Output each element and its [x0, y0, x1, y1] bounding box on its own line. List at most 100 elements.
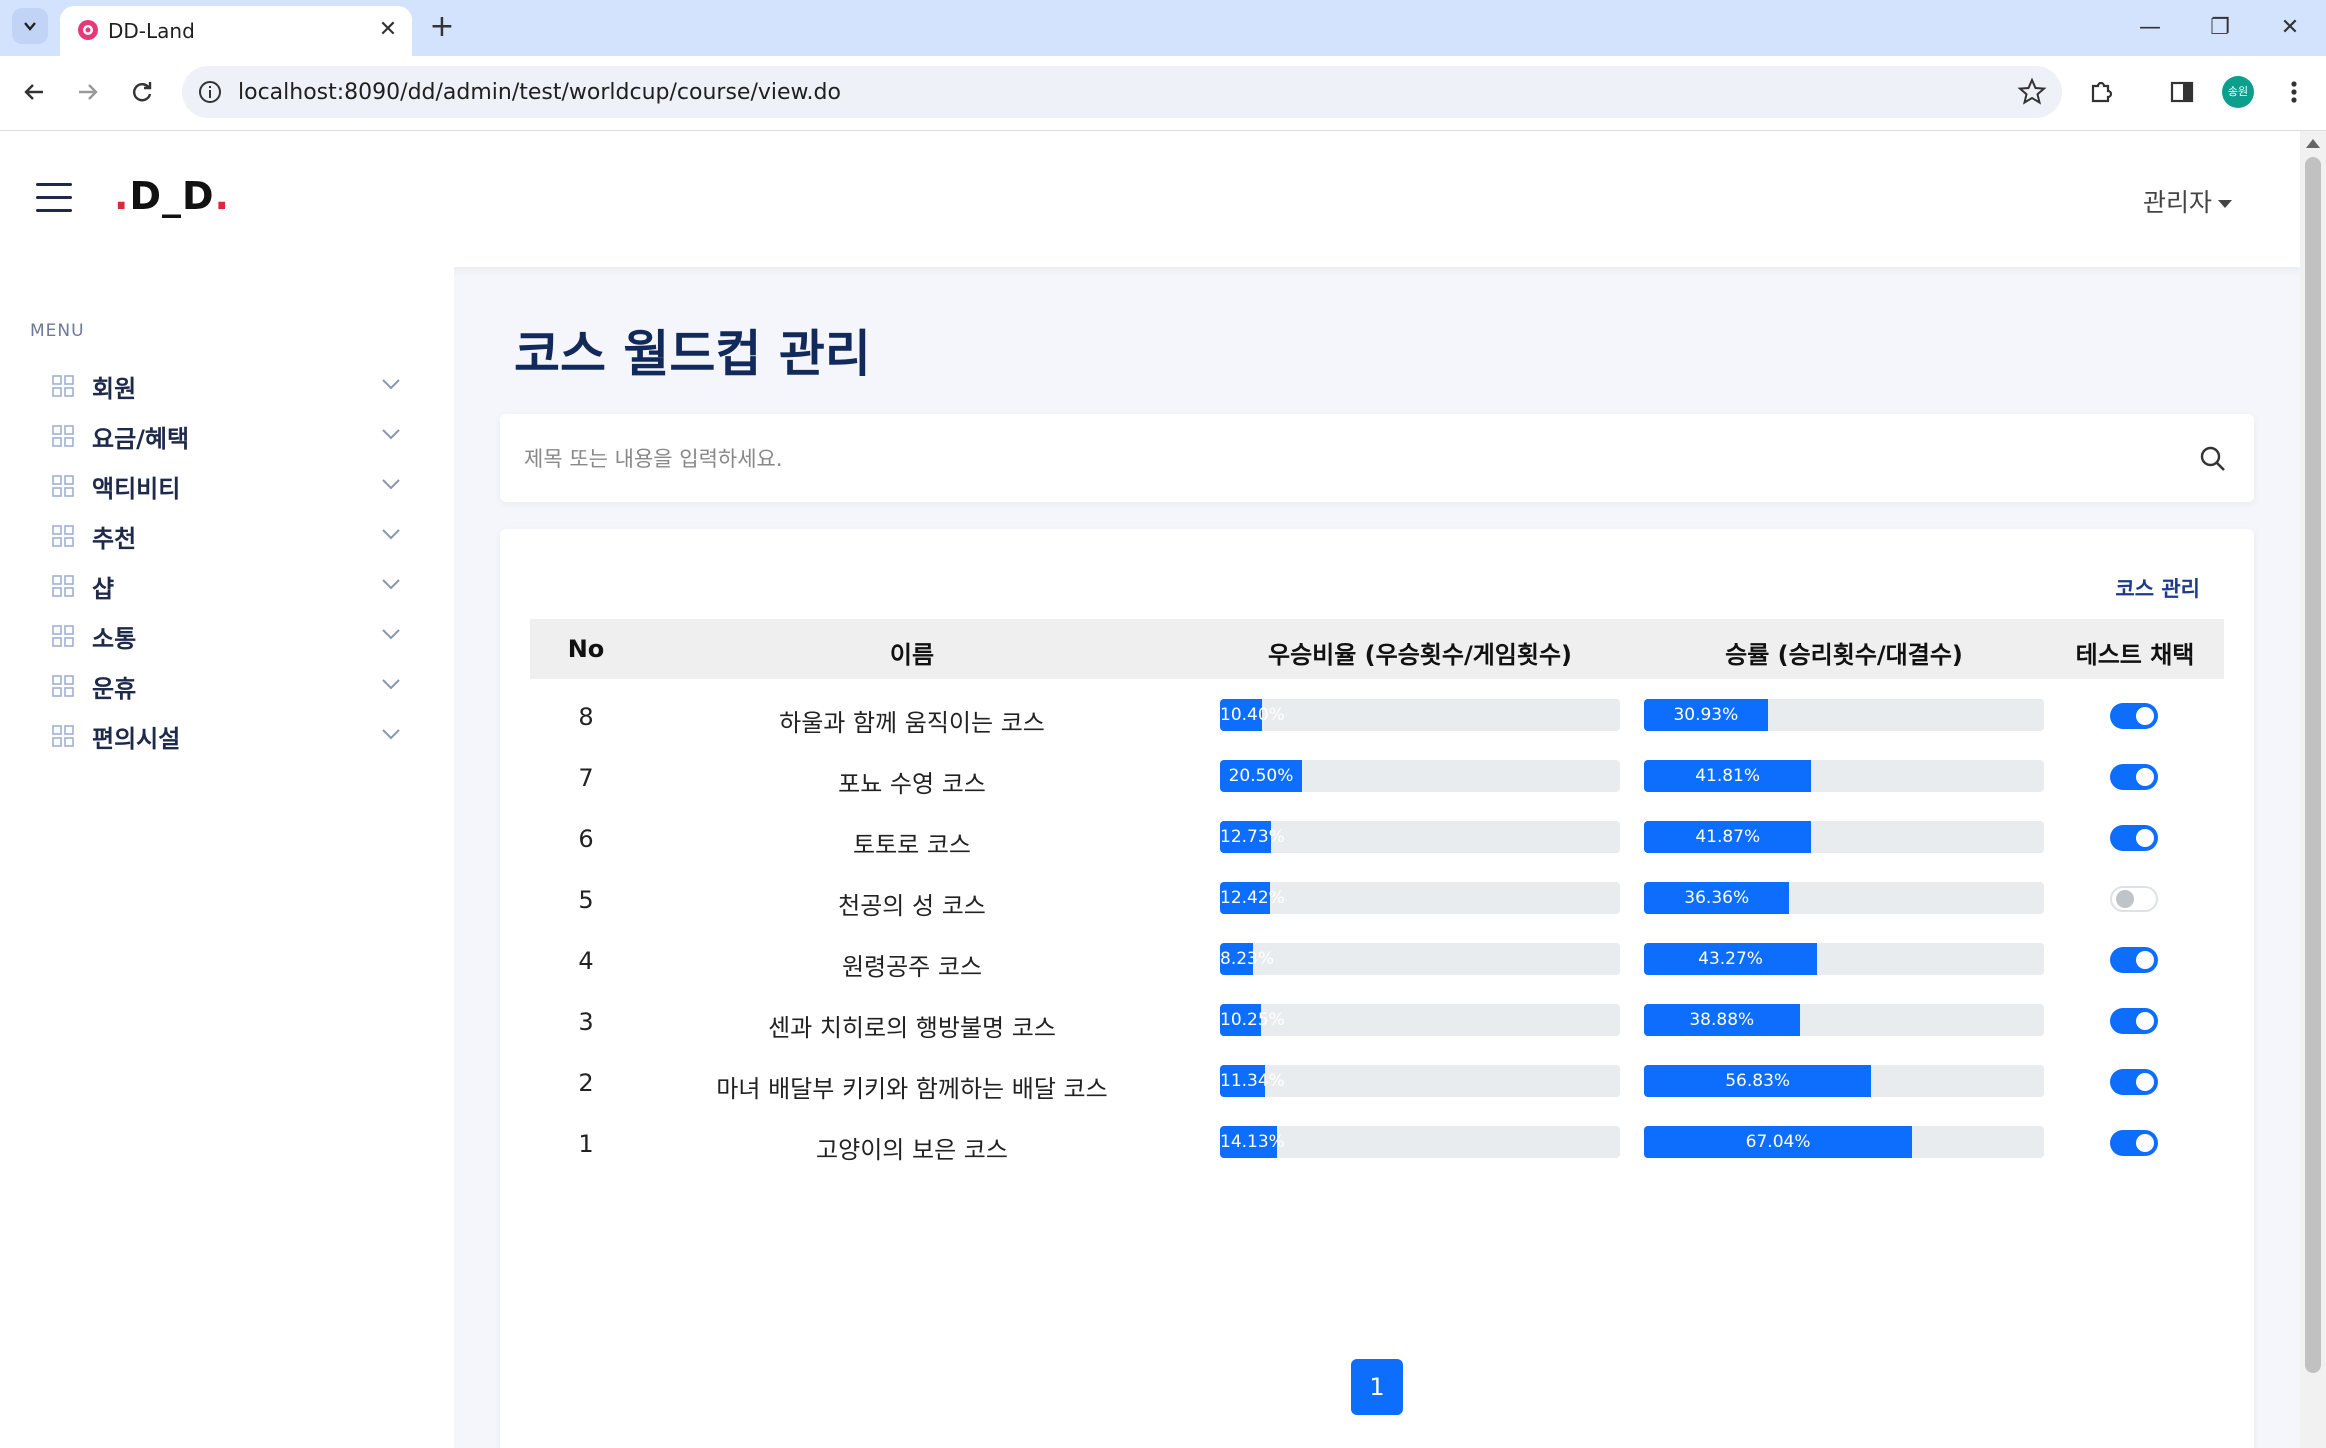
win-ratio-progress: 12.42% — [1220, 882, 1620, 914]
sidebar-item[interactable]: 액티비티 — [52, 461, 404, 509]
site-info-icon[interactable] — [196, 78, 224, 106]
side-panel-button[interactable] — [2164, 74, 2200, 110]
sidebar-item[interactable]: 소통 — [52, 611, 404, 659]
close-tab-icon[interactable]: ✕ — [374, 16, 402, 44]
logo-dot: . — [214, 174, 230, 218]
chevron-down-icon[interactable] — [378, 471, 404, 497]
win-rate-progress: 30.93% — [1644, 699, 2044, 731]
row-name: 토토로 코스 — [852, 831, 972, 859]
sidebar-item[interactable]: 회원 — [52, 361, 404, 409]
adopt-toggle[interactable] — [2110, 1130, 2158, 1156]
extensions-button[interactable] — [2083, 74, 2119, 110]
back-button[interactable] — [14, 72, 54, 112]
url-text[interactable]: localhost:8090/dd/admin/test/worldcup/co… — [238, 80, 841, 105]
win-ratio-fill: 8.23% — [1220, 943, 1274, 975]
toggle-knob — [2136, 951, 2154, 969]
site-logo[interactable]: .D_D. — [114, 174, 230, 218]
toggle-knob — [2136, 829, 2154, 847]
win-ratio-fill: 10.40% — [1220, 699, 1285, 731]
window-close-button[interactable]: ✕ — [2260, 8, 2320, 48]
address-bar[interactable]: localhost:8090/dd/admin/test/worldcup/co… — [182, 66, 2062, 118]
forward-button[interactable] — [68, 72, 108, 112]
hamburger-menu-icon[interactable] — [36, 183, 72, 213]
chevron-down-icon[interactable] — [378, 721, 404, 747]
adopt-toggle[interactable] — [2110, 947, 2158, 973]
chevron-down-icon[interactable] — [378, 621, 404, 647]
chevron-down-icon[interactable] — [378, 671, 404, 697]
win-ratio-label: 14.13% — [1220, 1132, 1285, 1152]
win-rate-fill: 43.27% — [1644, 943, 1818, 975]
reload-button[interactable] — [122, 72, 162, 112]
tab-title: DD-Land — [108, 19, 195, 43]
browser-tab[interactable]: DD-Land ✕ — [60, 6, 412, 56]
win-rate-progress: 41.87% — [1644, 821, 2044, 853]
adopt-toggle[interactable] — [2110, 703, 2158, 729]
bookmark-star-icon[interactable] — [2016, 76, 2048, 108]
sidebar-item-label: 액티비티 — [92, 475, 181, 503]
adopt-toggle[interactable] — [2110, 825, 2158, 851]
minimize-button[interactable]: — — [2120, 8, 2180, 48]
win-ratio-fill: 20.50% — [1220, 760, 1302, 792]
sidebar-item-label: 추천 — [92, 525, 137, 553]
win-rate-label: 43.27% — [1698, 949, 1763, 969]
course-manage-link[interactable]: 코스 관리 — [2115, 573, 2200, 603]
page-scrollbar[interactable] — [2300, 131, 2326, 1448]
sidebar-item[interactable]: 운휴 — [52, 661, 404, 709]
chevron-down-icon[interactable] — [378, 371, 404, 397]
adopt-toggle[interactable] — [2110, 1069, 2158, 1095]
grid-icon — [52, 575, 74, 597]
sidebar-item[interactable]: 샵 — [52, 561, 404, 609]
row-name: 마녀 배달부 키키와 함께하는 배달 코스 — [716, 1075, 1108, 1103]
app-header: .D_D. 관리자 — [0, 131, 2300, 267]
search-input[interactable] — [522, 436, 2166, 482]
win-rate-progress: 41.81% — [1644, 760, 2044, 792]
chevron-down-icon — [24, 22, 36, 31]
admin-label: 관리자 — [2142, 188, 2212, 217]
win-ratio-label: 12.42% — [1220, 888, 1285, 908]
win-ratio-label: 12.73% — [1220, 827, 1285, 847]
win-rate-fill: 67.04% — [1644, 1126, 1913, 1158]
col-win-rate: 승률 (승리횟수/대결수) — [1725, 641, 1963, 669]
sidebar-item[interactable]: 편의시설 — [52, 711, 404, 759]
caret-down-icon — [2218, 200, 2232, 208]
sidebar-item[interactable]: 추천 — [52, 511, 404, 559]
win-rate-label: 41.81% — [1695, 766, 1761, 786]
admin-dropdown[interactable]: 관리자 — [2143, 183, 2232, 219]
chevron-down-icon[interactable] — [378, 571, 404, 597]
flower-favicon-icon — [78, 20, 98, 40]
win-rate-progress: 38.88% — [1644, 1004, 2044, 1036]
scrollbar-thumb[interactable] — [2305, 157, 2321, 1373]
course-list-card: 코스 관리 No 이름 우승비율 (우승횟수/게임횟수) 승률 (승리횟수/대결… — [500, 529, 2254, 1448]
tab-search-button[interactable] — [12, 8, 48, 44]
pagination-page-1[interactable]: 1 — [1351, 1359, 1403, 1415]
win-ratio-progress: 8.23% — [1220, 943, 1620, 975]
adopt-toggle[interactable] — [2110, 764, 2158, 790]
logo-dot: . — [114, 174, 130, 218]
win-ratio-label: 20.50% — [1228, 766, 1294, 786]
arrow-left-icon — [24, 84, 43, 100]
win-ratio-fill: 14.13% — [1220, 1126, 1285, 1158]
profile-avatar[interactable]: 송원 — [2222, 76, 2254, 108]
win-rate-fill: 30.93% — [1644, 699, 1768, 731]
sidebar-item-label: 요금/혜택 — [92, 425, 190, 453]
col-name: 이름 — [889, 641, 935, 669]
new-tab-button[interactable]: + — [424, 10, 460, 46]
reload-icon — [133, 82, 152, 102]
grid-icon — [52, 625, 74, 647]
browser-menu-button[interactable] — [2276, 74, 2312, 110]
row-name: 포뇨 수영 코스 — [838, 770, 986, 798]
sidebar-item[interactable]: 요금/혜택 — [52, 411, 404, 459]
puzzle-icon — [2091, 81, 2113, 103]
scroll-up-arrow-icon[interactable] — [2306, 139, 2320, 148]
sidebar-item-label: 샵 — [92, 575, 115, 603]
restore-button[interactable]: ❐ — [2190, 8, 2250, 48]
grid-icon — [52, 525, 74, 547]
chevron-down-icon[interactable] — [378, 421, 404, 447]
adopt-toggle[interactable] — [2110, 886, 2158, 912]
search-icon[interactable] — [2198, 444, 2228, 474]
table-row: 8 하울과 함께 움직이는 코스 10.40% 30.93% — [530, 689, 2224, 749]
win-rate-fill: 36.36% — [1644, 882, 1790, 914]
table-row: 2 마녀 배달부 키키와 함께하는 배달 코스 11.34% 56.83% — [530, 1055, 2224, 1115]
chevron-down-icon[interactable] — [378, 521, 404, 547]
adopt-toggle[interactable] — [2110, 1008, 2158, 1034]
